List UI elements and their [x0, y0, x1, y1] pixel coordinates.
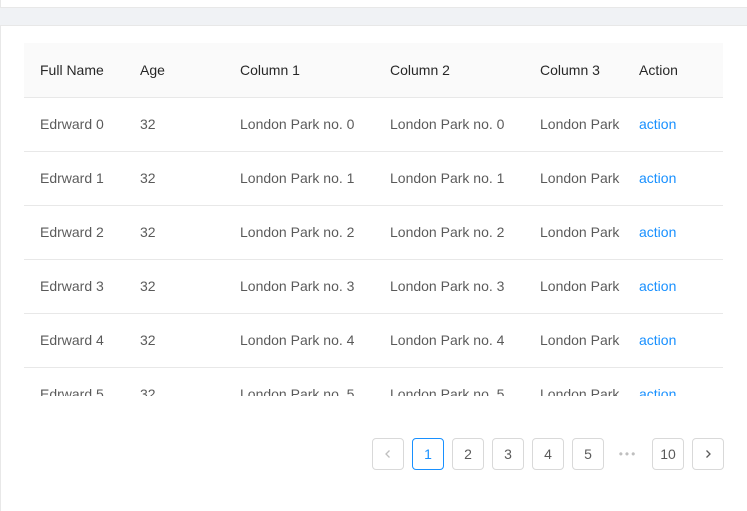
- cell-full-name: Edrward 3: [24, 259, 124, 314]
- column-header-column-1: Column 1: [224, 43, 374, 98]
- table-row: Edrward 3 32 London Park no. 3 London Pa…: [24, 259, 723, 314]
- column-header-column-2: Column 2: [374, 43, 524, 98]
- column-header-action: Action: [623, 43, 723, 98]
- data-table: Full Name Age Column 1 Column 2 Column 3…: [24, 43, 723, 396]
- table-row: Edrward 4 32 London Park no. 4 London Pa…: [24, 313, 723, 368]
- table-row: Edrward 1 32 London Park no. 1 London Pa…: [24, 151, 723, 206]
- page-10-button[interactable]: 10: [652, 438, 684, 470]
- cell-action: action: [623, 313, 723, 368]
- cell-age: 32: [124, 259, 224, 314]
- cell-column-1: London Park no. 3: [224, 259, 374, 314]
- table-row: Edrward 5 32 London Park no. 5 London Pa…: [24, 367, 723, 396]
- cell-full-name: Edrward 2: [24, 205, 124, 260]
- column-header-column-3: Column 3: [524, 43, 623, 98]
- cell-full-name: Edrward 1: [24, 151, 124, 206]
- cell-age: 32: [124, 151, 224, 206]
- pagination: 1 2 3 4 5 ••• 10: [372, 438, 724, 470]
- action-link[interactable]: action: [639, 278, 676, 294]
- cell-action: action: [623, 151, 723, 206]
- cell-column-3: London Park: [524, 259, 623, 314]
- cell-column-3: London Park: [524, 205, 623, 260]
- cell-column-1: London Park no. 1: [224, 151, 374, 206]
- cell-age: 32: [124, 367, 224, 396]
- cell-column-3: London Park: [524, 367, 623, 396]
- cell-action: action: [623, 205, 723, 260]
- action-link[interactable]: action: [639, 170, 676, 186]
- cell-action: action: [623, 259, 723, 314]
- table-body: Edrward 0 32 London Park no. 0 London Pa…: [24, 97, 723, 396]
- cell-full-name: Edrward 5: [24, 367, 124, 396]
- cell-action: action: [623, 367, 723, 396]
- page-3-button[interactable]: 3: [492, 438, 524, 470]
- page-4-button[interactable]: 4: [532, 438, 564, 470]
- cell-age: 32: [124, 313, 224, 368]
- table-header: Full Name Age Column 1 Column 2 Column 3…: [24, 43, 723, 98]
- cell-age: 32: [124, 97, 224, 152]
- chevron-right-icon: [706, 450, 711, 458]
- prev-page-button[interactable]: [372, 438, 404, 470]
- cell-full-name: Edrward 4: [24, 313, 124, 368]
- page-5-button[interactable]: 5: [572, 438, 604, 470]
- table-row: Edrward 0 32 London Park no. 0 London Pa…: [24, 97, 723, 152]
- cell-column-2: London Park no. 4: [374, 313, 524, 368]
- cell-column-3: London Park: [524, 97, 623, 152]
- cell-column-1: London Park no. 0: [224, 97, 374, 152]
- table-row: Edrward 2 32 London Park no. 2 London Pa…: [24, 205, 723, 260]
- next-page-button[interactable]: [692, 438, 724, 470]
- action-link[interactable]: action: [639, 116, 676, 132]
- action-link[interactable]: action: [639, 332, 676, 348]
- action-link[interactable]: action: [639, 386, 676, 396]
- chevron-left-icon: [385, 450, 390, 458]
- cell-column-2: London Park no. 3: [374, 259, 524, 314]
- cell-column-3: London Park: [524, 313, 623, 368]
- ellipsis-icon: •••: [618, 447, 638, 461]
- column-header-full-name: Full Name: [24, 43, 124, 98]
- cell-column-3: London Park: [524, 151, 623, 206]
- cell-column-2: London Park no. 1: [374, 151, 524, 206]
- table-scroll-area[interactable]: Full Name Age Column 1 Column 2 Column 3…: [24, 43, 723, 396]
- cell-column-1: London Park no. 4: [224, 313, 374, 368]
- page-1-button[interactable]: 1: [412, 438, 444, 470]
- cell-age: 32: [124, 205, 224, 260]
- cell-action: action: [623, 97, 723, 152]
- column-header-age: Age: [124, 43, 224, 98]
- cell-full-name: Edrward 0: [24, 97, 124, 152]
- cell-column-2: London Park no. 2: [374, 205, 524, 260]
- page-2-button[interactable]: 2: [452, 438, 484, 470]
- jump-next-button[interactable]: •••: [612, 438, 644, 470]
- cell-column-2: London Park no. 5: [374, 367, 524, 396]
- cell-column-1: London Park no. 2: [224, 205, 374, 260]
- cell-column-2: London Park no. 0: [374, 97, 524, 152]
- top-card: [0, 0, 747, 8]
- cell-column-1: London Park no. 5: [224, 367, 374, 396]
- action-link[interactable]: action: [639, 224, 676, 240]
